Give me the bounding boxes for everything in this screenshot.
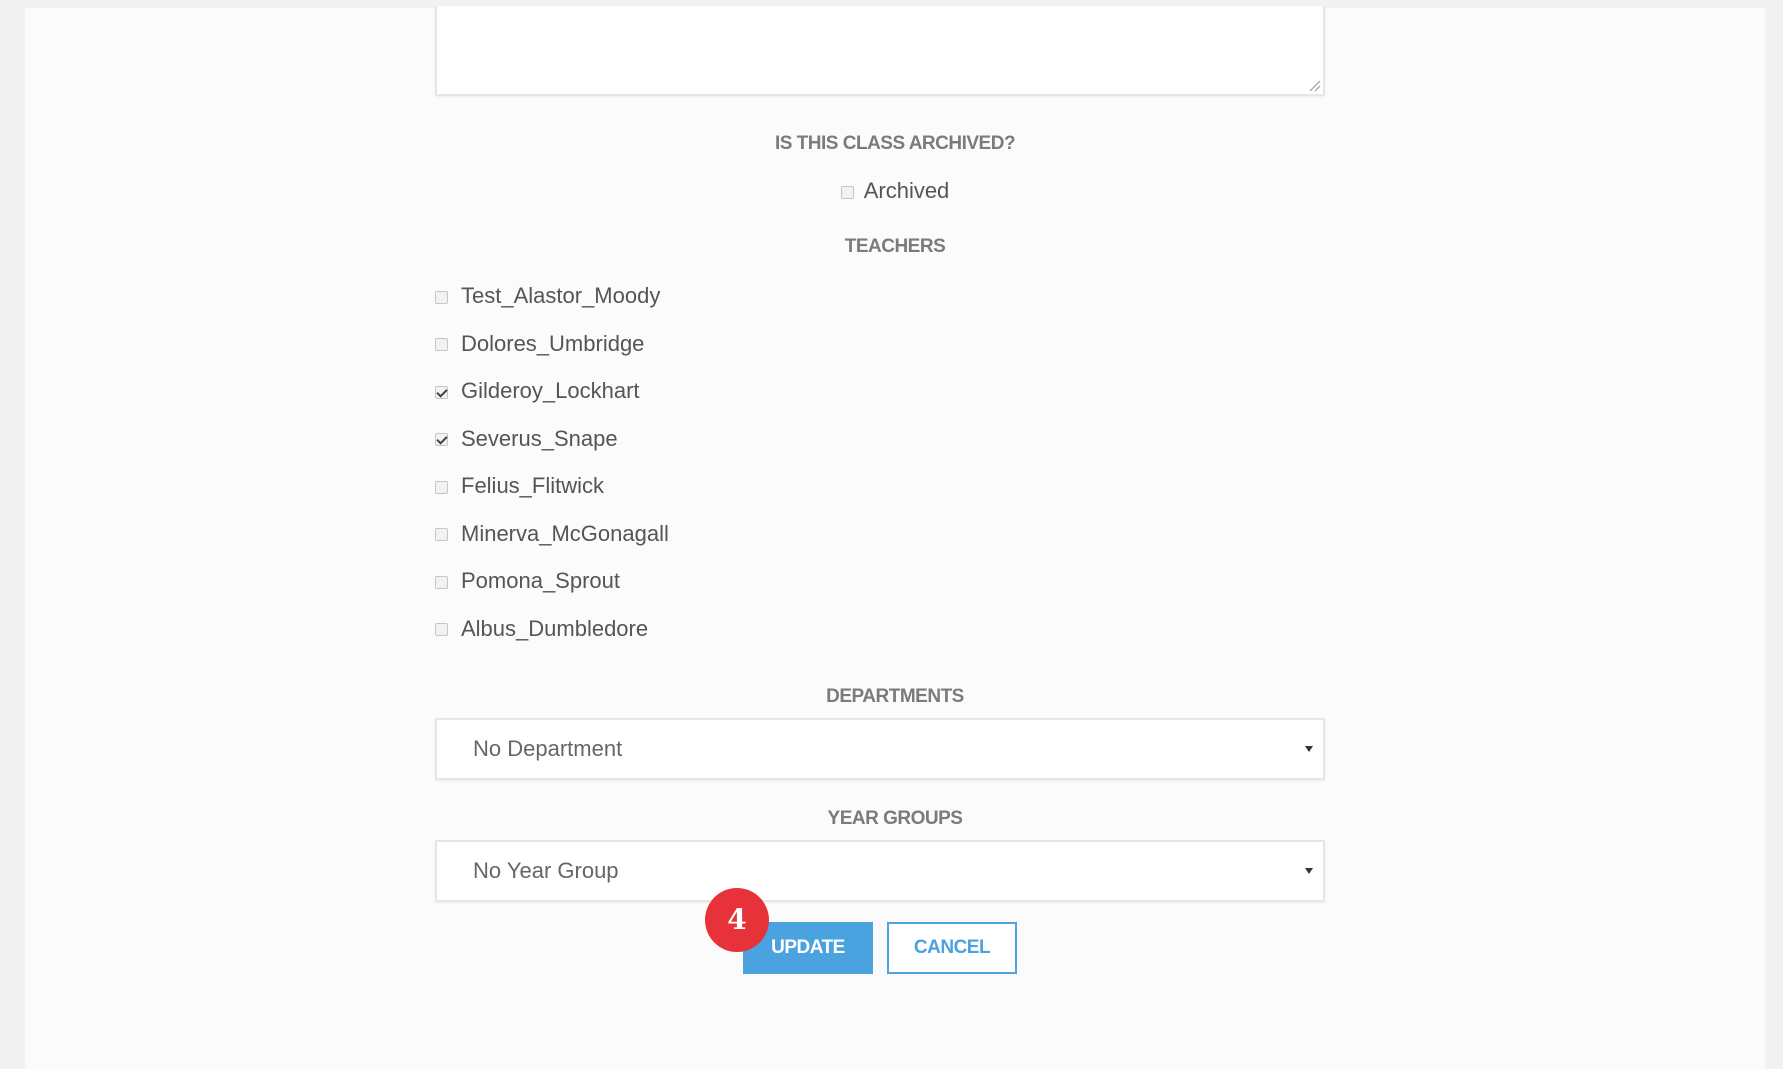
teacher-checkbox[interactable] — [435, 480, 448, 494]
class-edit-form: IS THIS CLASS ARCHIVED? Archived TEACHER… — [25, 6, 1765, 1069]
year-groups-section-label: YEAR GROUPS — [827, 808, 963, 829]
chevron-down-icon — [1305, 746, 1313, 752]
teacher-checkbox-row[interactable]: Pomona_Sprout — [435, 568, 620, 594]
chevron-down-icon — [1305, 868, 1313, 874]
teacher-name: Minerva_McGonagall — [461, 520, 669, 546]
archived-checkbox[interactable] — [840, 185, 854, 199]
departments-select[interactable]: No Department — [435, 718, 1325, 780]
teacher-checkbox-row[interactable]: Severus_Snape — [435, 426, 618, 452]
teacher-name: Pomona_Sprout — [461, 568, 620, 593]
teacher-checkbox[interactable] — [435, 433, 448, 447]
teacher-name: Albus_Dumbledore — [461, 615, 649, 641]
teacher-checkbox-row[interactable]: Felius_Flitwick — [435, 473, 604, 499]
teacher-checkbox[interactable] — [435, 528, 448, 542]
teacher-checkbox[interactable] — [435, 290, 448, 304]
teacher-name: Test_Alastor_Moody — [461, 283, 661, 308]
cancel-button[interactable]: CANCEL — [887, 922, 1017, 974]
teacher-checkbox[interactable] — [435, 575, 448, 589]
teacher-name: Gilderoy_Lockhart — [461, 378, 640, 403]
teacher-checkbox-row[interactable]: Dolores_Umbridge — [435, 331, 644, 357]
teacher-checkbox[interactable] — [435, 338, 448, 352]
archived-checkbox-row[interactable]: Archived — [25, 178, 1765, 204]
teacher-checkbox-row[interactable]: Gilderoy_Lockhart — [435, 378, 640, 404]
year-groups-selected-value: No Year Group — [473, 858, 619, 883]
teacher-checkbox[interactable] — [435, 623, 448, 637]
step-number-badge: 4 — [705, 888, 769, 952]
archived-checkbox-label: Archived — [863, 178, 950, 203]
archived-section-label: IS THIS CLASS ARCHIVED? — [774, 133, 1016, 154]
departments-selected-value: No Department — [473, 736, 623, 761]
teacher-checkbox-row[interactable]: Test_Alastor_Moody — [435, 283, 660, 309]
teachers-section-label: TEACHERS — [844, 236, 946, 257]
teacher-name: Severus_Snape — [461, 425, 618, 451]
teacher-checkbox-row[interactable]: Minerva_McGonagall — [435, 521, 669, 547]
departments-section-label: DEPARTMENTS — [826, 686, 964, 707]
teacher-name: Felius_Flitwick — [461, 473, 605, 498]
teacher-name: Dolores_Umbridge — [461, 330, 645, 356]
resize-handle-icon[interactable] — [1307, 78, 1321, 92]
description-textarea[interactable] — [435, 6, 1325, 96]
year-groups-select[interactable]: No Year Group — [435, 840, 1325, 902]
teacher-checkbox-row[interactable]: Albus_Dumbledore — [435, 616, 648, 642]
teacher-checkbox[interactable] — [435, 385, 448, 399]
